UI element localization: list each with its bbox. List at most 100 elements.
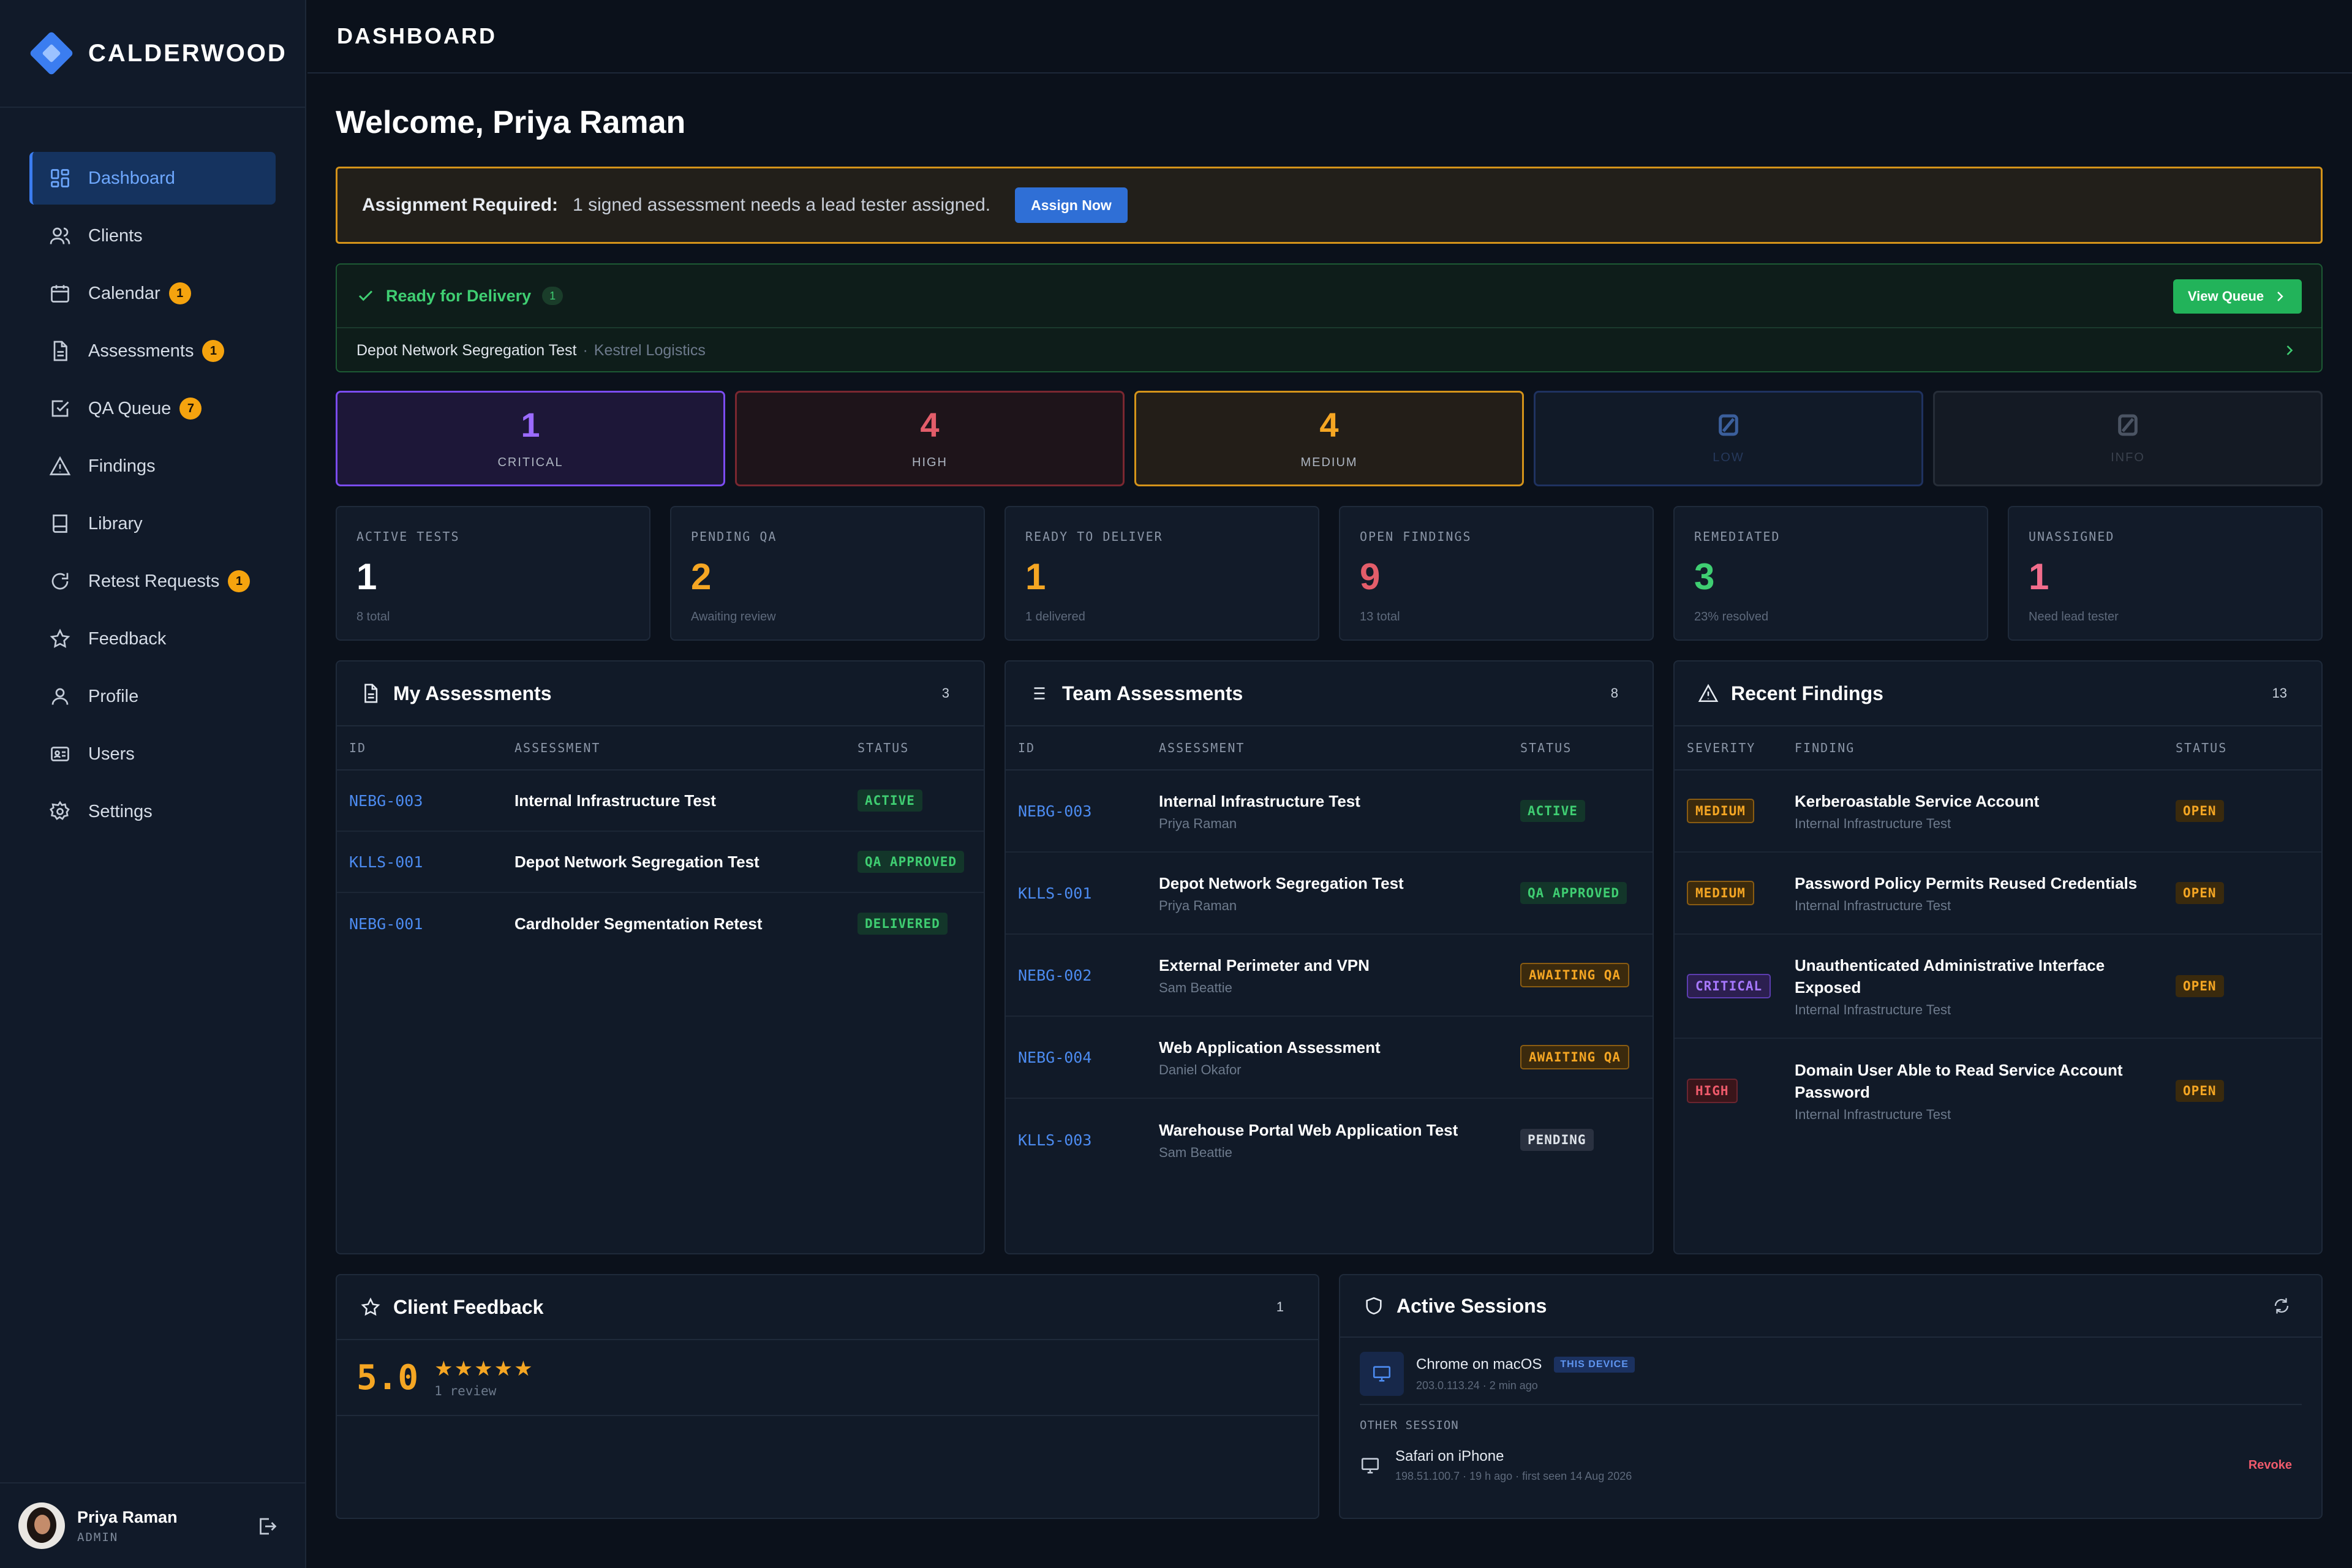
table-row[interactable]: NEBG-003 Internal Infrastructure Test Pri…: [1006, 771, 1653, 853]
finding-test: Internal Infrastructure Test: [1795, 1107, 1951, 1122]
table-header: ID ASSESSMENT STATUS: [337, 726, 984, 771]
table-row[interactable]: KLLS-001 Depot Network Segregation Test …: [337, 832, 984, 893]
assessment-id[interactable]: KLLS-003: [1006, 1131, 1159, 1149]
sidebar-item-label: Settings: [88, 801, 153, 821]
review-count: 1 review: [434, 1384, 497, 1398]
assessment-id[interactable]: NEBG-003: [337, 792, 514, 810]
table-row[interactable]: NEBG-004 Web Application Assessment Danie…: [1006, 1017, 1653, 1099]
status-badge: PENDING: [1520, 1129, 1594, 1151]
table-row[interactable]: KLLS-001 Depot Network Segregation Test P…: [1006, 853, 1653, 935]
sidebar-nav: Dashboard Clients Calendar 1 Assessments…: [0, 108, 305, 838]
sidebar-item-assessments[interactable]: Assessments 1: [29, 325, 276, 377]
stat-sub: Need lead tester: [2029, 610, 2119, 624]
severity-badge: HIGH: [1687, 1079, 1738, 1103]
assessment-owner: Sam Beattie: [1159, 1145, 1232, 1160]
alert-message: 1 signed assessment needs a lead tester …: [573, 195, 991, 215]
table-row[interactable]: NEBG-002 External Perimeter and VPN Sam B…: [1006, 935, 1653, 1017]
view-queue-button[interactable]: View Queue: [2173, 279, 2302, 314]
finding-test: Internal Infrastructure Test: [1795, 898, 1951, 913]
star-icon: [50, 628, 70, 648]
assessment-id[interactable]: NEBG-003: [1006, 802, 1159, 820]
column-assessment: ASSESSMENT: [1159, 741, 1245, 755]
assessment-id[interactable]: KLLS-001: [1006, 884, 1159, 902]
severity-badge: MEDIUM: [1687, 799, 1754, 823]
severity-label: MEDIUM: [1300, 455, 1358, 469]
severity-card-low[interactable]: LOW: [1534, 391, 1923, 486]
stat-open-findings[interactable]: OPEN FINDINGS 9 13 total: [1339, 506, 1654, 641]
assessment-name: Internal Infrastructure Test: [514, 791, 716, 810]
severity-badge: MEDIUM: [1687, 881, 1754, 905]
sidebar-item-library[interactable]: Library: [29, 497, 276, 550]
page-title: DASHBOARD: [337, 23, 497, 48]
severity-card-critical[interactable]: 1 CRITICAL: [336, 391, 725, 486]
sidebar-item-label: Retest Requests: [88, 571, 220, 591]
finding-title[interactable]: Domain User Able to Read Service Account: [1795, 1059, 2176, 1081]
sidebar-item-users[interactable]: Users: [29, 728, 276, 780]
sidebar-item-clients[interactable]: Clients: [29, 209, 276, 262]
finding-title[interactable]: Password Policy Permits Reused Credentia…: [1795, 872, 2176, 894]
stat-active-tests[interactable]: ACTIVE TESTS 1 8 total: [336, 506, 650, 641]
assessment-id[interactable]: KLLS-001: [337, 853, 514, 871]
table-row[interactable]: KLLS-003 Warehouse Portal Web Applicatio…: [1006, 1099, 1653, 1181]
finding-title[interactable]: Kerberoastable Service Account: [1795, 790, 2176, 812]
stat-sub: 13 total: [1360, 610, 1400, 624]
sidebar-item-feedback[interactable]: Feedback: [29, 612, 276, 665]
sidebar-item-qa-queue[interactable]: QA Queue 7: [29, 382, 276, 435]
alert-title: Assignment Required:: [362, 195, 559, 215]
user-name: Priya Raman: [77, 1507, 178, 1526]
stat-ready-to-deliver[interactable]: READY TO DELIVER 1 1 delivered: [1005, 506, 1319, 641]
severity-card-high[interactable]: 4 HIGH: [735, 391, 1125, 486]
check-icon: [358, 290, 373, 301]
logout-icon[interactable]: [256, 1515, 278, 1537]
severity-card-medium[interactable]: 4 MEDIUM: [1134, 391, 1524, 486]
stat-value: 1: [2029, 556, 2049, 597]
sidebar-item-settings[interactable]: Settings: [29, 785, 276, 838]
ready-item-client: Kestrel Logistics: [594, 341, 706, 359]
sidebar-item-calendar[interactable]: Calendar 1: [29, 267, 276, 320]
avatar[interactable]: [18, 1502, 65, 1549]
finding-title[interactable]: Unauthenticated Administrative Interface: [1795, 954, 2176, 976]
sidebar-item-findings[interactable]: Findings: [29, 440, 276, 492]
column-finding: FINDING: [1795, 741, 1855, 755]
assessment-id[interactable]: NEBG-001: [337, 915, 514, 933]
ready-item-row[interactable]: Depot Network Segregation Test · Kestrel…: [337, 328, 2321, 372]
brand[interactable]: CALDERWOOD: [0, 0, 305, 108]
table-row[interactable]: NEBG-001 Cardholder Segmentation Retest …: [337, 893, 984, 954]
stat-value: 9: [1360, 556, 1381, 597]
sidebar: CALDERWOOD Dashboard Clients Calendar 1 …: [0, 0, 306, 1568]
panel-title: Active Sessions: [1396, 1294, 1547, 1317]
rating-summary: 5.0 ★★★★★ 1 review: [337, 1340, 1318, 1416]
table-row[interactable]: HIGH Domain User Able to Read Service Ac…: [1675, 1039, 2321, 1143]
status-badge: OPEN: [2176, 800, 2224, 822]
table-row[interactable]: MEDIUM Password Policy Permits Reused Cr…: [1675, 853, 2321, 935]
session-meta: 203.0.113.24 · 2 min ago: [1416, 1379, 1538, 1392]
other-session-label: OTHER SESSION: [1360, 1419, 1459, 1432]
sidebar-item-dashboard[interactable]: Dashboard: [29, 152, 276, 205]
revoke-button[interactable]: Revoke: [2248, 1458, 2292, 1472]
stat-unassigned[interactable]: UNASSIGNED 1 Need lead tester: [2008, 506, 2323, 641]
table-row[interactable]: MEDIUM Kerberoastable Service Account Int…: [1675, 771, 2321, 853]
table-row[interactable]: NEBG-003 Internal Infrastructure Test AC…: [337, 771, 984, 832]
sidebar-item-retest-requests[interactable]: Retest Requests 1: [29, 555, 276, 608]
rating-score: 5.0: [356, 1357, 419, 1398]
sidebar-item-profile[interactable]: Profile: [29, 670, 276, 723]
column-status: STATUS: [1520, 741, 1572, 755]
assign-now-button[interactable]: Assign Now: [1015, 187, 1128, 223]
table-header: ID ASSESSMENT STATUS: [1006, 726, 1653, 771]
users-icon: [50, 227, 70, 244]
stat-remediated[interactable]: REMEDIATED 3 23% resolved: [1673, 506, 1988, 641]
id-card-icon: [51, 747, 69, 761]
stat-pending-qa[interactable]: PENDING QA 2 Awaiting review: [670, 506, 985, 641]
panel-title: Client Feedback: [393, 1295, 544, 1318]
refresh-icon: [51, 573, 69, 590]
table-row[interactable]: CRITICAL Unauthenticated Administrative …: [1675, 935, 2321, 1039]
assessment-id[interactable]: NEBG-004: [1006, 1049, 1159, 1066]
assessment-id[interactable]: NEBG-002: [1006, 967, 1159, 984]
status-badge: ACTIVE: [858, 790, 922, 812]
client-feedback-panel: Client Feedback 1 5.0 ★★★★★ 1 review: [336, 1274, 1319, 1519]
calendar-icon: [51, 285, 69, 303]
warning-icon: [1698, 684, 1719, 703]
severity-card-info[interactable]: INFO: [1933, 391, 2323, 486]
status-badge: OPEN: [2176, 975, 2224, 997]
refresh-icon[interactable]: [2272, 1297, 2291, 1315]
